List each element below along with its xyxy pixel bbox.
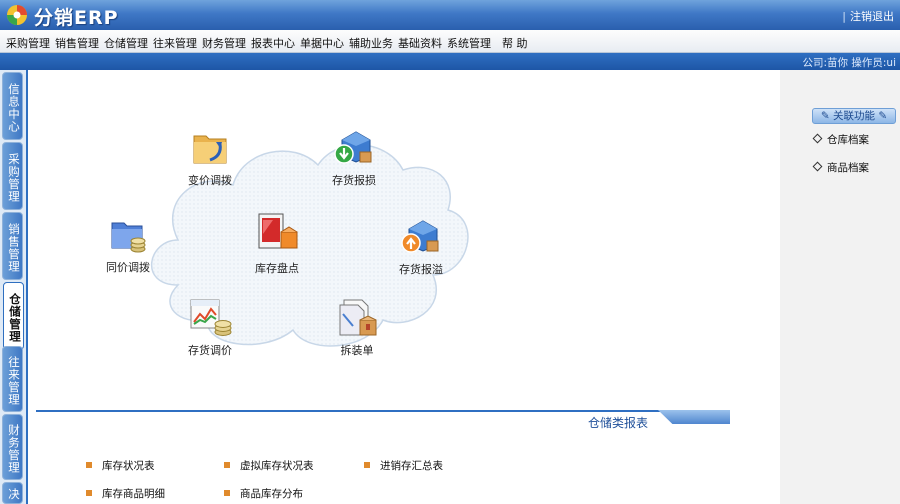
warehouse-down-icon xyxy=(334,131,372,164)
main-content: 变价调拨 存货报损 同价调拨 库存盘点 存货报溢 存货调价 拆装单 仓储类报表 … xyxy=(28,70,780,504)
bullet-icon xyxy=(224,490,230,496)
bullet-icon xyxy=(86,490,92,496)
pencil-icon: ✎ xyxy=(820,110,830,122)
report-link-stock-distribution[interactable]: 商品库存分布 xyxy=(224,486,303,501)
node-label: 存货报溢 xyxy=(399,263,443,276)
node-inventory-surplus[interactable]: 存货报溢 xyxy=(386,215,456,277)
related-functions-panel: ✎ 关联功能 ✎ 仓库档案 商品档案 xyxy=(780,70,900,504)
bullet-icon xyxy=(86,462,92,468)
node-label: 变价调拨 xyxy=(188,174,232,187)
app-logo-icon xyxy=(7,5,27,25)
menu-reports[interactable]: 报表中心 xyxy=(251,35,295,51)
node-label: 同价调拨 xyxy=(106,261,150,274)
node-price-adjustment[interactable]: 存货调价 xyxy=(175,296,245,358)
price-chart-icon xyxy=(190,299,232,336)
report-link-label[interactable]: 进销存汇总表 xyxy=(380,460,443,472)
related-item-label[interactable]: 仓库档案 xyxy=(827,134,869,146)
node-inventory-loss[interactable]: 存货报损 xyxy=(319,126,389,188)
logout-label[interactable]: 注销退出 xyxy=(850,10,894,23)
node-label: 库存盘点 xyxy=(255,262,299,275)
menu-basic-data[interactable]: 基础资料 xyxy=(398,35,442,51)
bullet-icon xyxy=(364,462,370,468)
sidebar-tab-sales[interactable]: 销售管理 xyxy=(2,212,23,280)
node-assembly-order[interactable]: 拆装单 xyxy=(322,296,392,358)
bullet-icon xyxy=(224,462,230,468)
pencil-icon: ✎ xyxy=(878,110,888,122)
sidebar-tab-accounts[interactable]: 往来管理 xyxy=(2,346,23,412)
menu-system[interactable]: 系统管理 xyxy=(447,35,491,51)
report-link-label[interactable]: 库存商品明细 xyxy=(102,488,165,500)
node-same-price-transfer[interactable]: 同价调拨 xyxy=(93,215,163,275)
menu-sales[interactable]: 销售管理 xyxy=(55,35,99,51)
warehouse-up-icon xyxy=(401,220,439,253)
sidebar: 信息中心 采购管理 销售管理 仓储管理 往来管理 财务管理 决 xyxy=(0,70,28,504)
menu-warehouse[interactable]: 仓储管理 xyxy=(104,35,148,51)
report-link-stock-detail[interactable]: 库存商品明细 xyxy=(86,486,165,501)
report-header-tab xyxy=(658,410,730,424)
menu-accounts[interactable]: 往来管理 xyxy=(153,35,197,51)
menu-bar: 采购管理 销售管理 仓储管理 往来管理 财务管理 报表中心 单据中心 辅助业务 … xyxy=(0,30,900,53)
menu-help[interactable]: 帮 助 xyxy=(502,35,528,51)
sidebar-tab-more[interactable]: 决 xyxy=(2,482,23,504)
node-label: 拆装单 xyxy=(340,344,374,357)
related-functions-title: 关联功能 xyxy=(833,110,875,122)
related-item-label[interactable]: 商品档案 xyxy=(827,162,869,174)
report-link-label[interactable]: 虚拟库存状况表 xyxy=(240,460,314,472)
sidebar-tab-warehouse[interactable]: 仓储管理 xyxy=(3,282,24,350)
report-divider xyxy=(36,410,726,412)
related-functions-header: ✎ 关联功能 ✎ xyxy=(812,108,896,124)
sidebar-tab-purchase[interactable]: 采购管理 xyxy=(2,142,23,210)
app-title: 分销ERP xyxy=(34,7,119,29)
inventory-check-icon xyxy=(258,213,298,249)
company-operator-info: 公司:苗你 操作员:ui xyxy=(802,57,897,69)
folder-arrow-icon xyxy=(193,135,227,164)
node-label: 存货报损 xyxy=(332,174,376,187)
node-price-change-transfer[interactable]: 变价调拨 xyxy=(175,126,245,188)
report-link-inout-summary[interactable]: 进销存汇总表 xyxy=(364,458,443,473)
related-item-product-file[interactable]: 商品档案 xyxy=(812,160,869,175)
folder-coins-icon xyxy=(111,222,146,253)
menu-finance[interactable]: 财务管理 xyxy=(202,35,246,51)
menu-auxiliary[interactable]: 辅助业务 xyxy=(349,35,393,51)
title-bar: 分销ERP | 注销退出 xyxy=(0,0,900,30)
report-section-title: 仓储类报表 xyxy=(588,416,649,430)
diamond-icon xyxy=(812,133,823,144)
node-inventory-count[interactable]: 库存盘点 xyxy=(242,210,312,276)
menu-documents[interactable]: 单据中心 xyxy=(300,35,344,51)
menu-purchase[interactable]: 采购管理 xyxy=(6,35,50,51)
info-bar: 公司:苗你 操作员:ui xyxy=(0,53,900,70)
document-box-icon xyxy=(339,299,377,336)
logout-link[interactable]: | 注销退出 xyxy=(842,8,894,24)
sidebar-tab-finance[interactable]: 财务管理 xyxy=(2,414,23,480)
sidebar-tab-info-center[interactable]: 信息中心 xyxy=(2,72,23,140)
report-link-label[interactable]: 商品库存分布 xyxy=(240,488,303,500)
report-link-stock-status[interactable]: 库存状况表 xyxy=(86,458,155,473)
report-link-label[interactable]: 库存状况表 xyxy=(102,460,155,472)
report-link-virtual-stock[interactable]: 虚拟库存状况表 xyxy=(224,458,314,473)
node-label: 存货调价 xyxy=(188,344,232,357)
diamond-icon xyxy=(812,161,823,172)
related-item-warehouse-file[interactable]: 仓库档案 xyxy=(812,132,869,147)
